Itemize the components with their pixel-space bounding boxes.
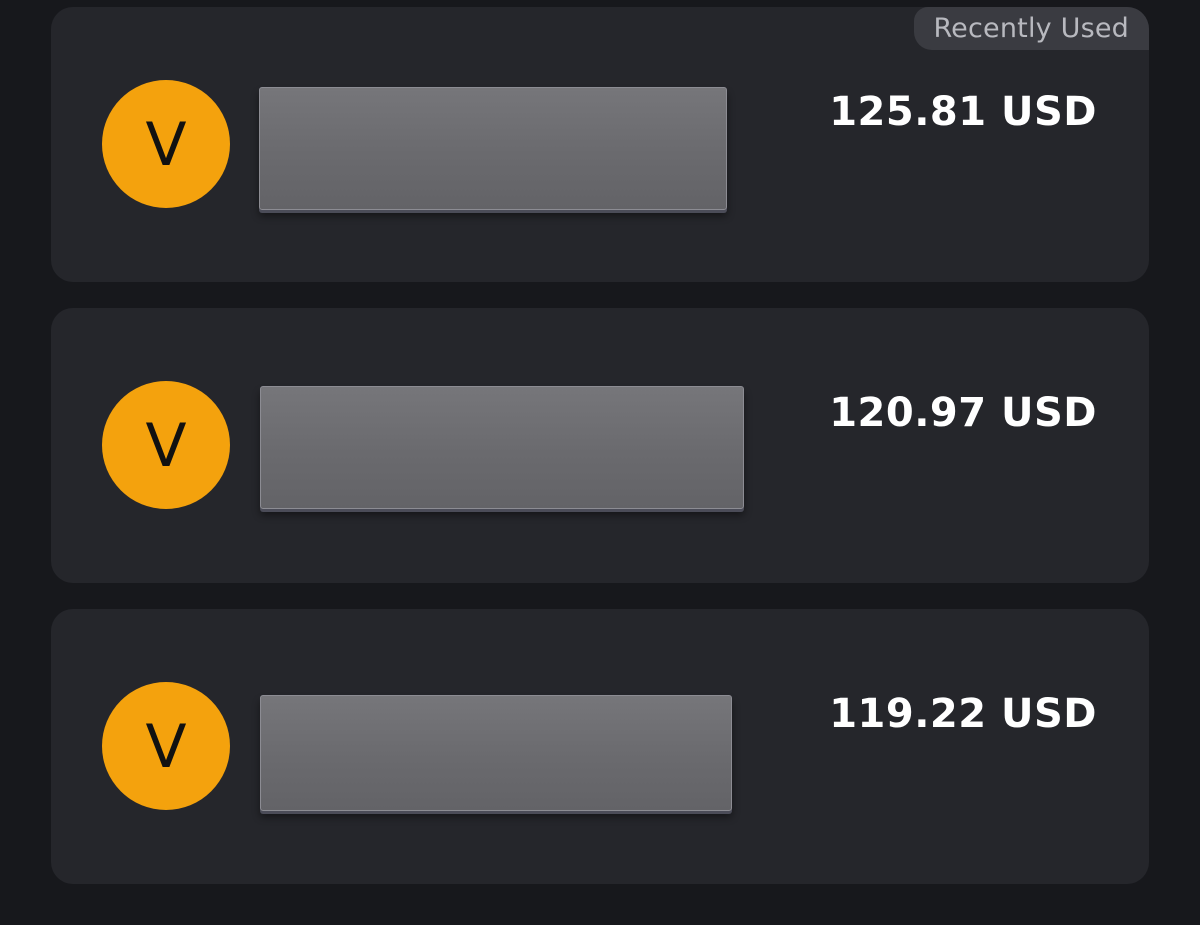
recently-used-badge: Recently Used [914, 7, 1149, 50]
avatar: V [102, 80, 230, 208]
account-amount: 119.22 USD [829, 691, 1097, 737]
account-card[interactable]: V 120.97 USD [51, 308, 1149, 583]
redacted-account-name [259, 87, 727, 210]
redacted-account-name [260, 386, 744, 509]
account-amount: 120.97 USD [829, 390, 1097, 436]
account-list: Recently Used V 125.81 USD V 120.97 USD … [0, 0, 1200, 925]
account-card[interactable]: V 119.22 USD [51, 609, 1149, 884]
avatar: V [102, 682, 230, 810]
account-card[interactable]: Recently Used V 125.81 USD [51, 7, 1149, 282]
avatar: V [102, 381, 230, 509]
account-amount: 125.81 USD [829, 89, 1097, 135]
redacted-account-name [260, 695, 732, 811]
